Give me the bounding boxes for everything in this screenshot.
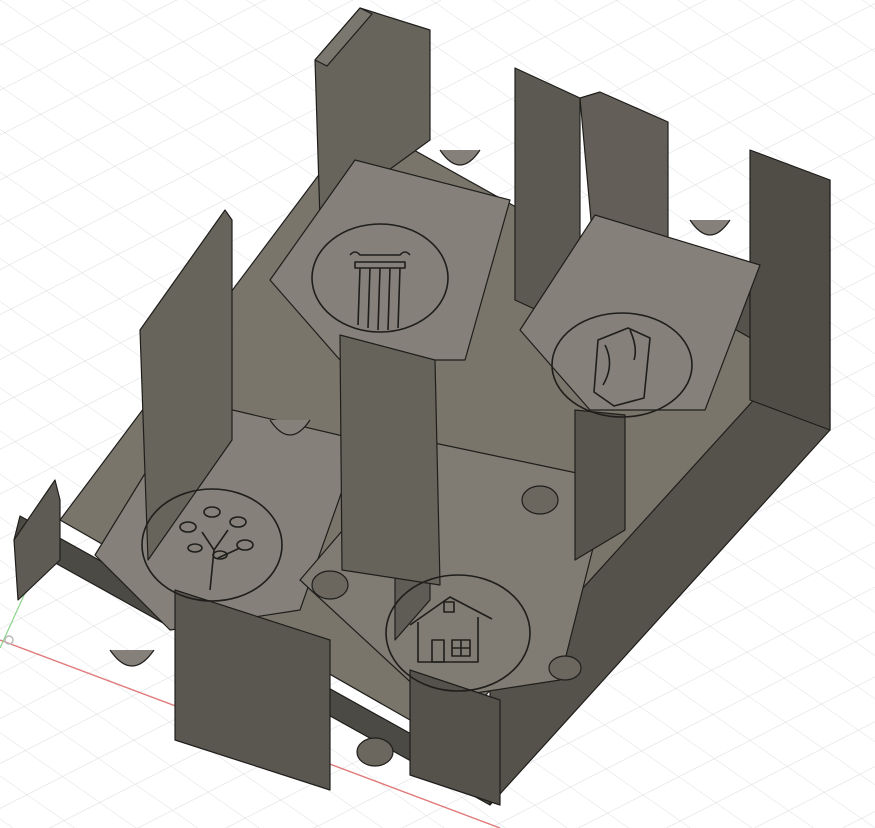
finger-hole bbox=[548, 655, 582, 681]
finger-hole bbox=[311, 570, 349, 600]
divider-center bbox=[339, 334, 441, 586]
right-outer-wall bbox=[749, 149, 831, 431]
finger-hole bbox=[356, 737, 394, 767]
finger-hole bbox=[521, 485, 559, 515]
cad-scene[interactable] bbox=[0, 0, 875, 828]
cad-viewport[interactable] bbox=[0, 0, 875, 828]
